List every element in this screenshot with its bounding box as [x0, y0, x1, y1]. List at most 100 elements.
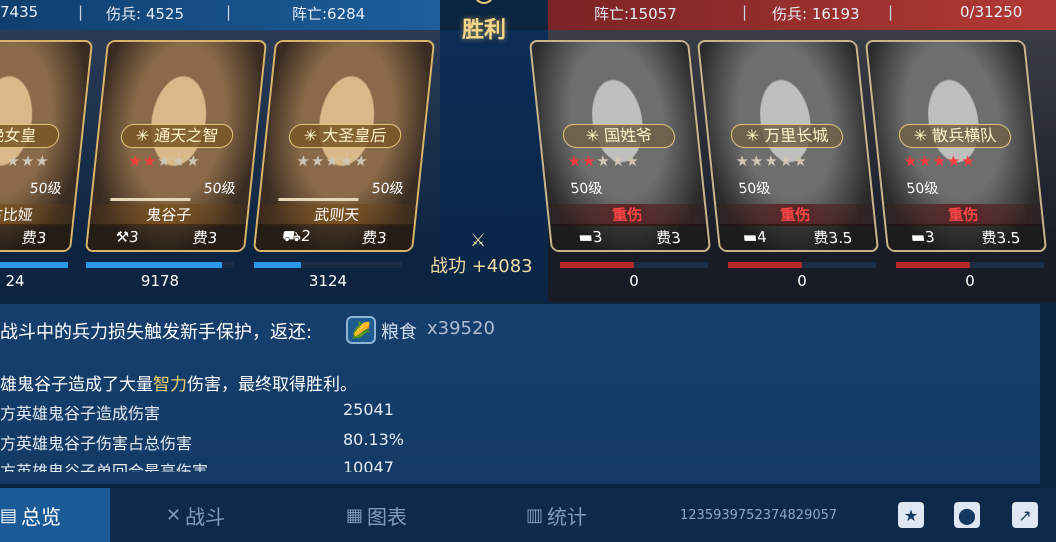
cost-label: 费3	[655, 228, 682, 247]
separator: |	[742, 3, 748, 21]
hero-card-enemy-1[interactable]: ✳ 国姓爷 ★★★★★ 50级 重伤 ▬3 费3	[528, 40, 712, 252]
table-icon: ▦	[346, 504, 364, 526]
share-button[interactable]: ↗	[1012, 502, 1038, 528]
troop-type: ▬3	[909, 228, 936, 246]
battle-report-panel[interactable]: 战斗中的兵力损失触发新手保护，返还: 🌽 粮食 x39520 雄鬼谷子造成了大量…	[0, 304, 1040, 484]
stat-label: 方英雄鬼谷子造成伤害	[0, 404, 161, 423]
separator: |	[78, 3, 84, 21]
doc-icon: ▤	[0, 504, 18, 526]
star-rating: ★★★★★	[295, 152, 370, 170]
map-pin-icon: ⬤	[958, 505, 976, 525]
crossed-swords-icon: ✕	[166, 504, 182, 526]
bottom-tab-bar: ▤ 总览 ✕ 战斗 ▦ 图表 ▥ 统计 1235939752374829057 ★ ⬤ …	[0, 488, 1056, 542]
hp-bar-enemy-2	[728, 262, 876, 268]
hero-level: 50级	[370, 181, 405, 197]
share-icon: ↗	[1018, 505, 1032, 525]
hp-bar-ally-1	[0, 262, 68, 268]
hp-bar-enemy-3	[896, 262, 1044, 268]
ally-summary-bar: 7435 | 伤兵: 4525 | 阵亡:6284	[0, 0, 440, 30]
hero-card-ally-2[interactable]: ✳ 通天之智 ★★★★★ 50级 鬼谷子 ⚒3 费3	[84, 40, 268, 252]
hero-line	[278, 198, 359, 201]
hero-title: ✳ 国姓爷	[561, 124, 677, 148]
cost-label: 费3	[20, 228, 48, 247]
hero-title: ✳ 通天之智	[119, 124, 235, 148]
ally-wounded: 伤兵: 4525	[106, 5, 184, 23]
ally-dead: 阵亡:6284	[292, 5, 366, 23]
newbie-protection-text: 战斗中的兵力损失触发新手保护，返还:	[0, 322, 313, 343]
star-icon: ★	[903, 505, 919, 525]
tab-battle[interactable]: ✕ 战斗	[166, 488, 225, 542]
stat-label: 方英雄鬼谷子伤害占总伤害	[0, 434, 193, 453]
star-rating: ★★★	[5, 152, 51, 170]
tab-overview[interactable]: ▤ 总览	[0, 488, 110, 542]
bar-chart-icon: ▥	[526, 504, 544, 526]
hero-card-enemy-2[interactable]: ✳ 万里长城 ★★★★★ 50级 重伤 ▬4 费3.5	[696, 40, 880, 252]
troop-type: ▬3	[577, 228, 604, 246]
hero-card-enemy-3[interactable]: ✳ 散兵横队 ★★★★★ 50级 重伤 ▬3 费3.5	[864, 40, 1048, 252]
hero-status: 重伤	[716, 204, 875, 226]
hero-level: 50级	[905, 181, 940, 197]
hero-title: ✳ 大圣皇后	[287, 124, 403, 148]
hero-card-ally-3[interactable]: ✳ 大圣皇后 ★★★★★ 50级 武则天 ⛟2 费3	[252, 40, 436, 252]
separator: |	[888, 3, 894, 21]
hero-stats-row: ⚒3 费3	[87, 224, 246, 250]
stat-value: 25041	[343, 400, 394, 419]
star-rating: ★★★★★	[902, 152, 977, 170]
troop-type: ▬4	[741, 228, 768, 246]
hero-title: ✳ 艳女皇	[0, 124, 61, 148]
troop-type: ⛟2	[281, 227, 312, 245]
hp-value-ally-2: 9178	[140, 272, 180, 290]
hp-value-enemy-2: 0	[797, 272, 807, 290]
location-button[interactable]: ⬤	[954, 502, 980, 528]
corn-icon: 🌽	[346, 316, 376, 344]
hero-level: 50级	[737, 181, 772, 197]
hp-value-enemy-1: 0	[629, 272, 639, 290]
laurel-swords-icon: ⚔	[470, 230, 487, 251]
enemy-wounded: 伤兵: 16193	[772, 5, 860, 23]
tab-stats[interactable]: ▥ 统计	[526, 488, 587, 542]
report-id: 1235939752374829057	[680, 508, 838, 523]
favorite-button[interactable]: ★	[898, 502, 924, 528]
ally-troops-partial: 7435	[0, 3, 39, 21]
separator: |	[226, 3, 232, 21]
hero-level: 50级	[28, 181, 63, 197]
stat-value: 10047	[343, 458, 394, 472]
troop-type: ⚒3	[114, 228, 140, 246]
grain-value: x39520	[427, 318, 495, 339]
hero-stats-row: ▬3 费3.5	[886, 224, 1045, 250]
hero-title: ✳ 散兵横队	[897, 124, 1013, 148]
hp-value-enemy-3: 0	[965, 272, 975, 290]
star-rating: ★★★★★	[127, 152, 202, 170]
hero-status: 重伤	[884, 204, 1043, 226]
hero-stats-row: ⛟2 费3	[255, 224, 414, 250]
hero-name: 武则天	[257, 204, 416, 226]
hero-name: 古比娅	[0, 204, 74, 226]
cost-label: 费3	[361, 228, 388, 247]
hero-stats-row: ▬3 费3	[550, 224, 709, 250]
hero-level: 50级	[569, 181, 604, 197]
chariot-icon: ⛟	[281, 227, 303, 245]
cost-label: 费3.5	[980, 228, 1022, 247]
hp-bar-ally-2	[86, 262, 234, 268]
star-rating: ★★★★★	[734, 152, 809, 170]
result-text: 胜利	[461, 18, 506, 43]
hero-line	[110, 198, 191, 201]
hp-value-ally-3: 3124	[308, 272, 348, 290]
enemy-dead: 阵亡:15057	[594, 5, 677, 23]
hero-status: 重伤	[548, 204, 707, 226]
enemy-troops: 0/31250	[960, 3, 1023, 21]
hero-stats-row: 费3	[0, 224, 72, 250]
stat-label: 方英雄鬼谷子单回合最高伤害	[0, 462, 209, 472]
enemy-summary-bar: 阵亡:15057 | 伤兵: 16193 | 0/31250	[548, 0, 1056, 30]
hero-title: ✳ 万里长城	[729, 124, 845, 148]
hp-value-ally-1: 24	[5, 272, 25, 290]
tab-chart[interactable]: ▦ 图表	[346, 488, 407, 542]
stat-value: 80.13%	[343, 430, 405, 449]
hp-bar-ally-3	[254, 262, 402, 268]
result-banner: 胜利	[430, 0, 538, 48]
cost-label: 费3	[191, 228, 219, 247]
hero-level: 50级	[202, 181, 237, 197]
cost-label: 费3.5	[812, 228, 854, 247]
hero-name: 鬼谷子	[89, 204, 248, 226]
battle-summary: 雄鬼谷子造成了大量智力伤害，最终取得胜利。	[0, 375, 357, 395]
